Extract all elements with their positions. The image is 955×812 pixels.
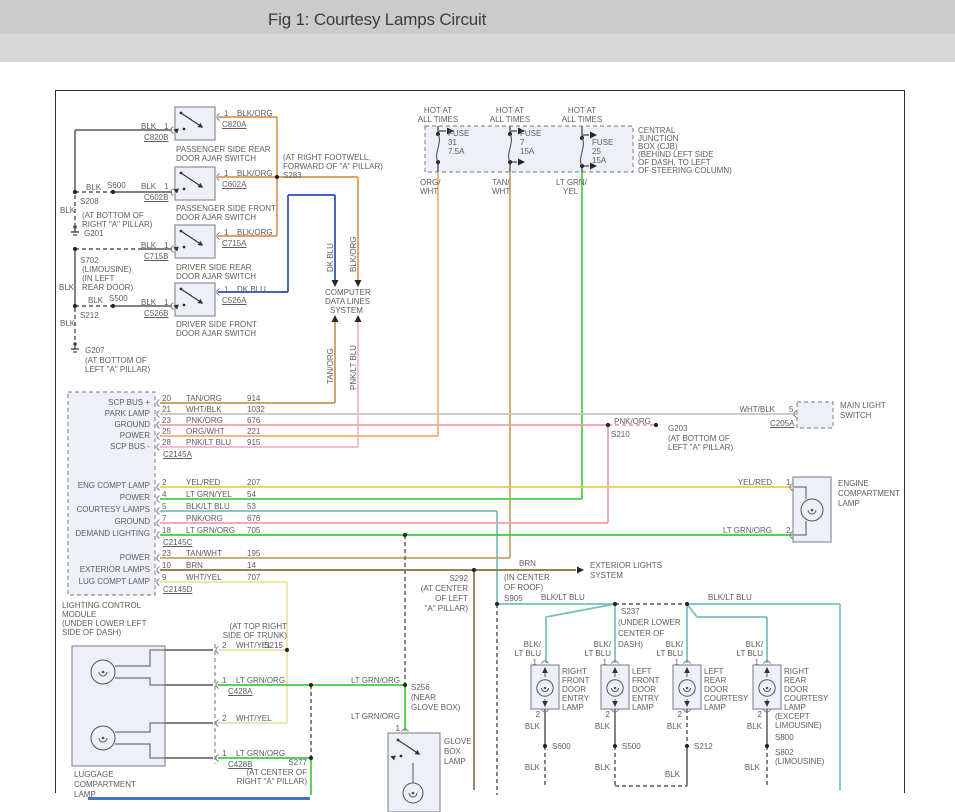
splice-dot bbox=[285, 648, 289, 652]
splice-dot bbox=[309, 683, 313, 687]
splice-dot bbox=[73, 190, 77, 194]
glove-box-lamp-box bbox=[388, 733, 440, 812]
bulb-dot bbox=[102, 737, 105, 740]
bulb-dot bbox=[544, 687, 546, 689]
switch-contact bbox=[183, 188, 186, 191]
bulb-dot bbox=[686, 687, 688, 689]
connector-pin bbox=[157, 433, 160, 440]
connector-pin bbox=[157, 555, 160, 562]
wiring-diagram-page: Fig 1: Courtesy Lamps Circuit 1BLK/ORGC8… bbox=[0, 0, 955, 812]
splice-dot bbox=[403, 683, 407, 687]
connector-pin bbox=[157, 520, 160, 527]
connector-pin bbox=[171, 246, 174, 253]
lighting-control-module-box bbox=[68, 392, 155, 595]
flow-arrow-down bbox=[332, 280, 339, 287]
central-junction-box-box bbox=[425, 126, 633, 172]
flow-arrow-up bbox=[332, 315, 339, 322]
connector-pin bbox=[157, 579, 160, 586]
main-light-switch-box bbox=[797, 402, 833, 428]
flow-arrow-right bbox=[577, 567, 584, 574]
splice-dot bbox=[111, 304, 115, 308]
connector-pin bbox=[542, 661, 549, 664]
switch-contact bbox=[183, 128, 186, 131]
bulb-dot bbox=[614, 687, 616, 689]
connector-pin bbox=[157, 484, 160, 491]
splice-dot bbox=[613, 744, 617, 748]
connector-pin bbox=[157, 422, 160, 429]
bulb-dot bbox=[766, 687, 768, 689]
wire-blkltblu bbox=[687, 604, 697, 617]
flow-arrow-down bbox=[355, 280, 362, 287]
splice-dot bbox=[73, 304, 77, 308]
splice-dot bbox=[403, 533, 407, 537]
luggage-compartment-lamp-box bbox=[72, 646, 165, 766]
clipped-element-edge bbox=[88, 797, 310, 800]
bulb-dot bbox=[102, 671, 105, 674]
splice-dot bbox=[685, 602, 689, 606]
connector-pin bbox=[157, 567, 160, 574]
connector-pin bbox=[157, 411, 160, 418]
switch-contact bbox=[183, 246, 186, 249]
splice-dot bbox=[606, 423, 610, 427]
bulb-dot bbox=[811, 509, 814, 512]
switch-contact bbox=[400, 755, 403, 758]
splice-dot bbox=[472, 568, 476, 572]
splice-dot bbox=[495, 602, 499, 606]
switch-contact bbox=[183, 304, 186, 307]
splice-dot bbox=[309, 756, 313, 760]
connector-pin bbox=[157, 444, 160, 451]
connector-pin bbox=[171, 127, 174, 134]
connector-pin bbox=[157, 400, 160, 407]
flow-arrow-up bbox=[355, 315, 362, 322]
wire-blkltblu bbox=[546, 604, 615, 617]
splice-dot bbox=[765, 744, 769, 748]
connector-pin bbox=[157, 532, 160, 539]
bulb-dot bbox=[412, 792, 415, 795]
connector-pin bbox=[157, 496, 160, 503]
connector-pin bbox=[157, 508, 160, 515]
splice-dot bbox=[111, 190, 115, 194]
splice-dot bbox=[685, 744, 689, 748]
connector-pin bbox=[171, 303, 174, 310]
splice-dot bbox=[654, 423, 658, 427]
splice-dot bbox=[73, 247, 77, 251]
splice-dot bbox=[543, 744, 547, 748]
splice-dot bbox=[275, 175, 279, 179]
splice-dot bbox=[613, 602, 617, 606]
connector-pin bbox=[171, 189, 174, 196]
circuit-artwork bbox=[0, 0, 955, 812]
